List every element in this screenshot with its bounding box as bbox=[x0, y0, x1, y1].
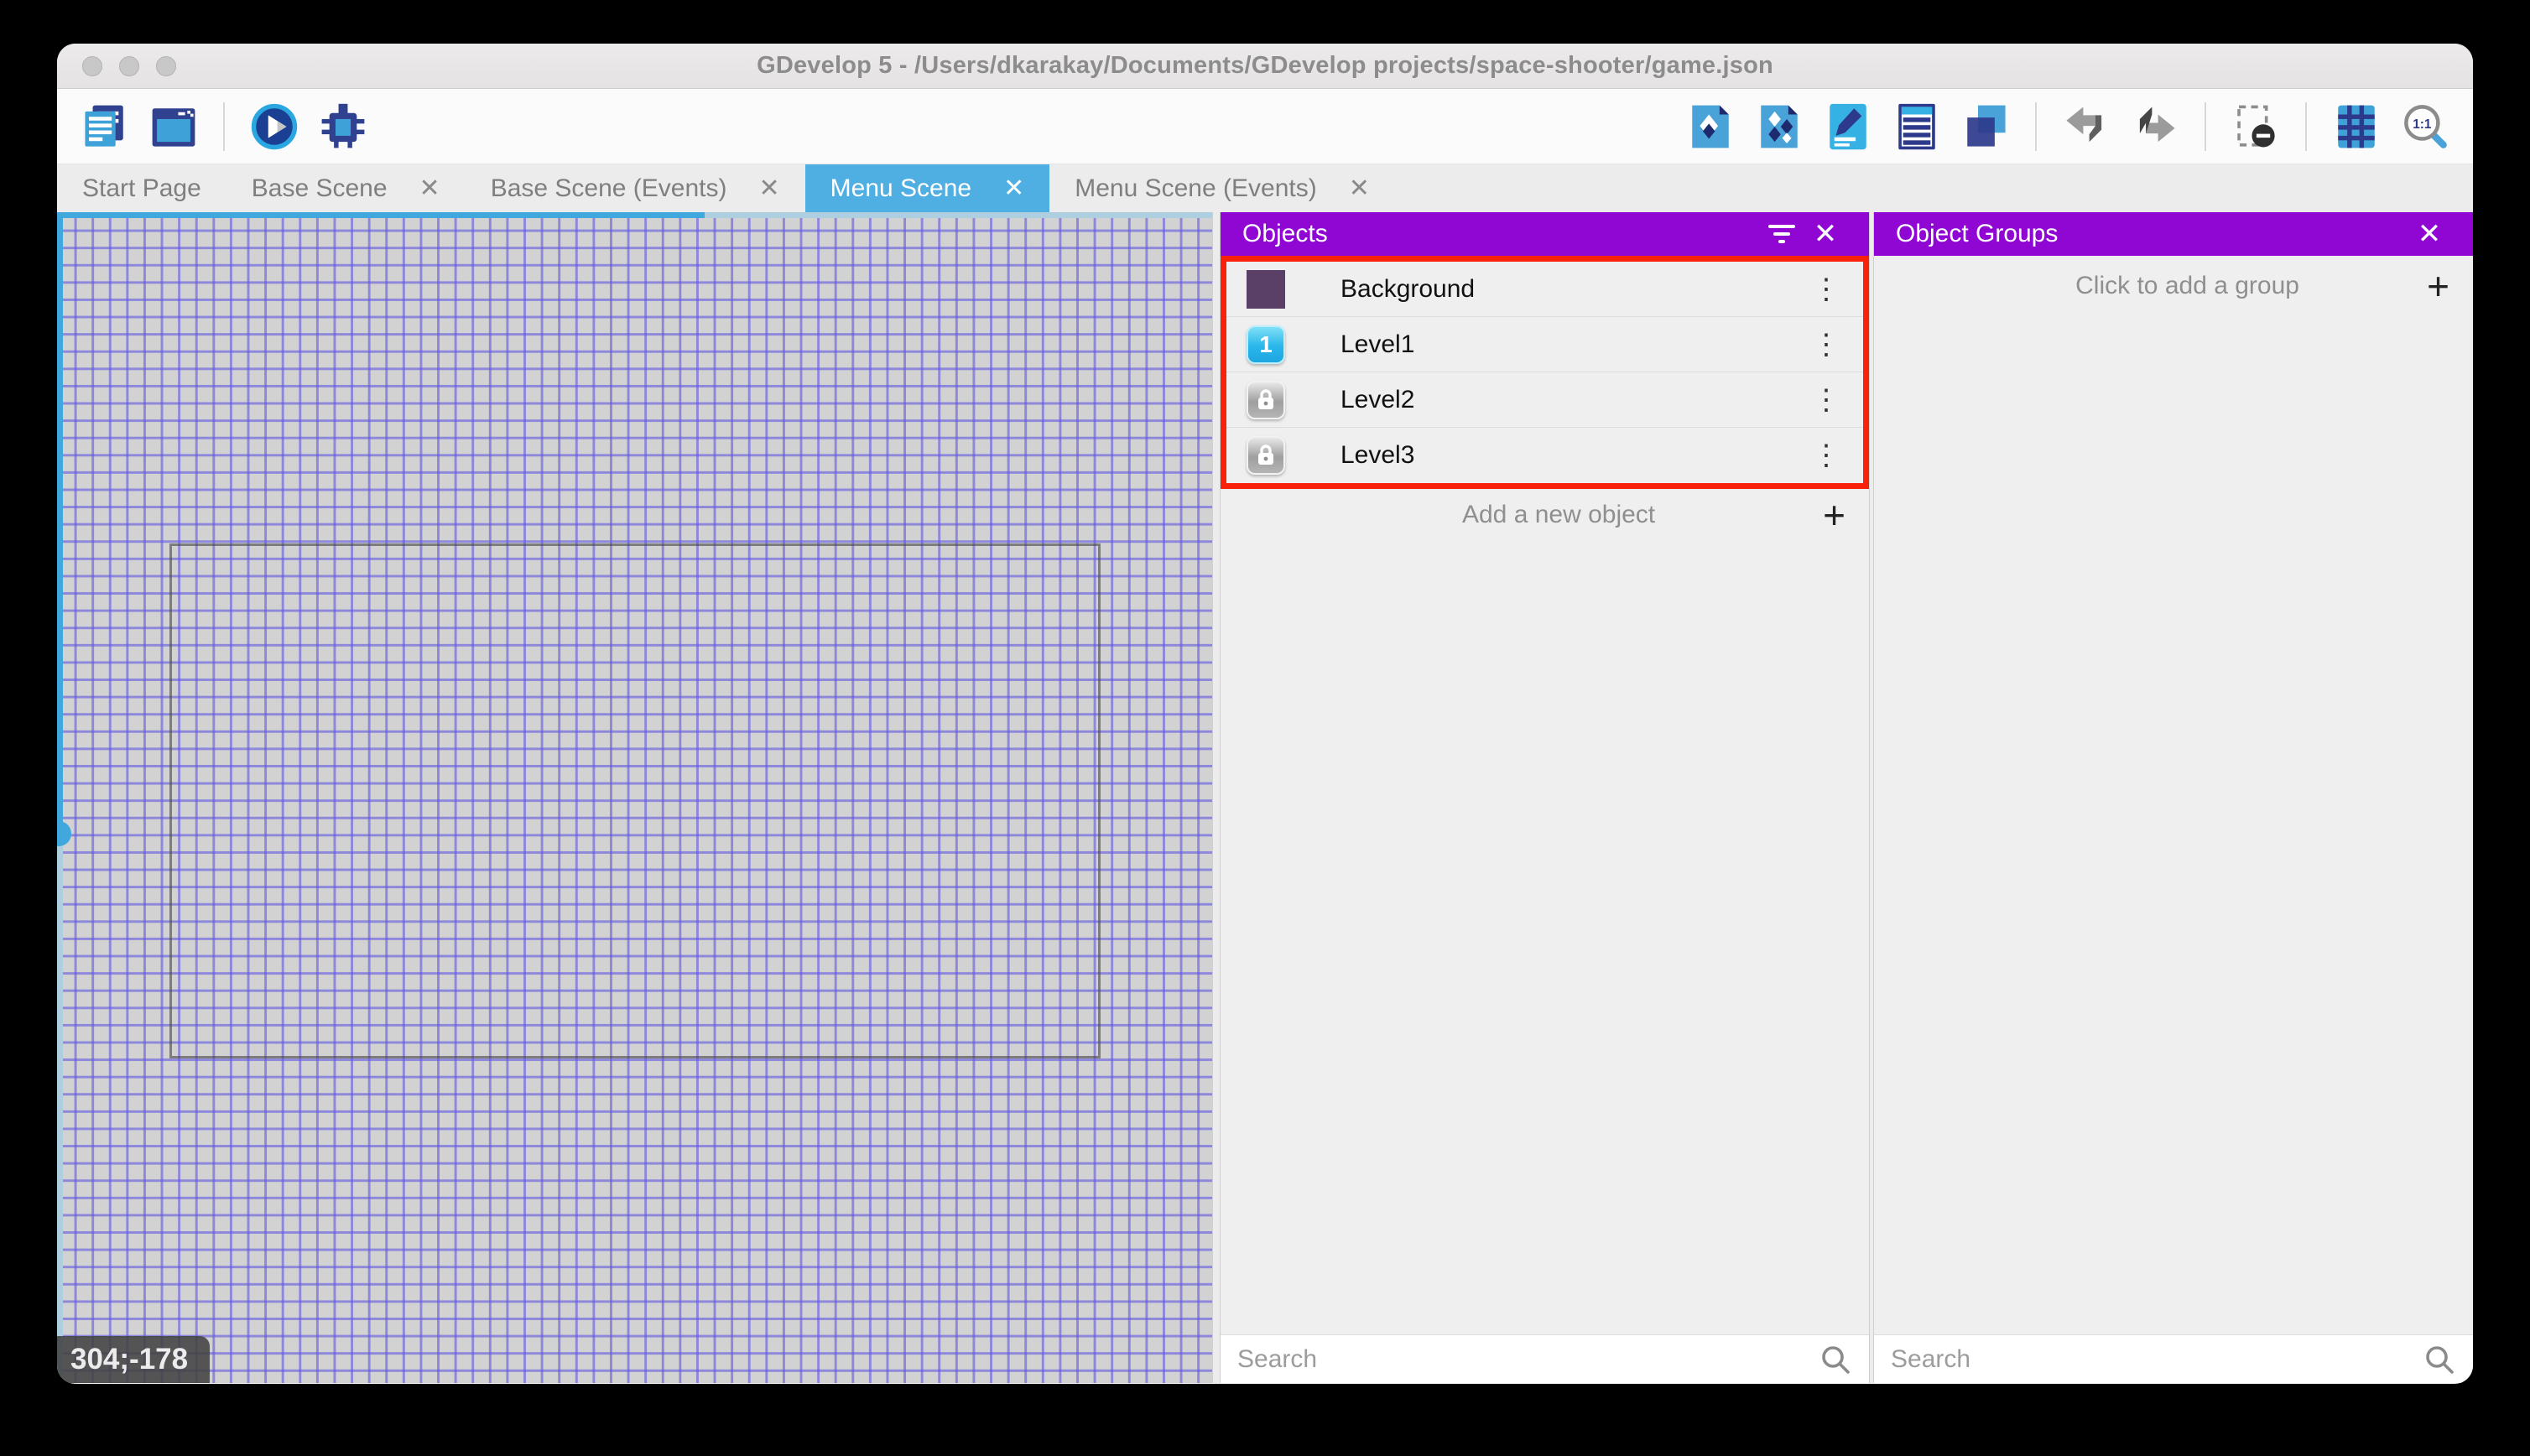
vertical-scrollbar-track[interactable] bbox=[57, 846, 63, 1383]
object-menu-icon[interactable]: ⋮ bbox=[1809, 439, 1843, 472]
object-name: Background bbox=[1340, 274, 1476, 303]
project-manager-icon[interactable] bbox=[79, 101, 131, 153]
background-thumbnail bbox=[1247, 269, 1285, 309]
groups-search-bar bbox=[1874, 1334, 2473, 1383]
traffic-lights bbox=[82, 56, 176, 76]
level1-number-button-icon: 1 bbox=[1247, 325, 1285, 364]
object-groups-panel-header: Object Groups ✕ bbox=[1874, 212, 2473, 256]
filter-icon[interactable] bbox=[1760, 212, 1804, 256]
tab-label: Menu Scene bbox=[830, 174, 972, 202]
undo-icon[interactable] bbox=[2060, 101, 2112, 153]
toolbar-separator bbox=[2305, 101, 2307, 151]
close-tab-icon[interactable]: ✕ bbox=[1003, 174, 1024, 203]
object-menu-icon[interactable]: ⋮ bbox=[1809, 383, 1843, 417]
close-window-button[interactable] bbox=[82, 56, 102, 76]
instances-list-icon[interactable] bbox=[1891, 101, 1943, 153]
properties-icon[interactable] bbox=[1822, 101, 1874, 153]
scene-canvas[interactable]: 304;-178 bbox=[57, 212, 1212, 1383]
tab-label: Start Page bbox=[82, 174, 201, 202]
toolbar-right: 1:1 bbox=[1684, 101, 2451, 153]
add-new-object-button[interactable]: Add a new object + bbox=[1221, 489, 1869, 541]
tab-label: Base Scene (Events) bbox=[490, 174, 727, 202]
object-name: Level3 bbox=[1340, 441, 1415, 469]
object-menu-icon[interactable]: ⋮ bbox=[1809, 328, 1843, 361]
tab-label: Base Scene bbox=[251, 174, 388, 202]
tab-bar: Start Page Base Scene ✕ Base Scene (Even… bbox=[57, 164, 2473, 212]
toolbar-separator bbox=[223, 101, 225, 151]
objects-list-highlight: Background ⋮ 1 Level1 ⋮ Level2 ⋮ Level3 … bbox=[1221, 256, 1869, 489]
objects-panel-body bbox=[1221, 541, 1869, 1334]
search-icon bbox=[2423, 1343, 2456, 1376]
object-row-level1[interactable]: 1 Level1 ⋮ bbox=[1226, 317, 1863, 372]
tab-start-page[interactable]: Start Page bbox=[57, 164, 226, 212]
objects-search-bar bbox=[1221, 1334, 1869, 1383]
window-title: GDevelop 5 - /Users/dkarakay/Documents/G… bbox=[757, 52, 1773, 79]
locked-button-icon bbox=[1247, 380, 1285, 419]
object-menu-icon[interactable]: ⋮ bbox=[1809, 273, 1843, 306]
objects-editor-icon[interactable] bbox=[1684, 101, 1736, 153]
window-mask-icon[interactable] bbox=[2230, 101, 2282, 153]
layers-icon[interactable] bbox=[1960, 101, 2012, 153]
object-name: Level2 bbox=[1340, 385, 1415, 413]
object-row-level2[interactable]: Level2 ⋮ bbox=[1226, 372, 1863, 428]
add-group-button[interactable]: Click to add a group + bbox=[1874, 256, 2473, 316]
tab-base-scene[interactable]: Base Scene ✕ bbox=[226, 164, 466, 212]
close-panel-icon[interactable]: ✕ bbox=[1804, 212, 1847, 256]
object-row-level3[interactable]: Level3 ⋮ bbox=[1226, 428, 1863, 483]
vertical-scrollbar-handle[interactable] bbox=[57, 821, 71, 846]
object-groups-panel-title: Object Groups bbox=[1896, 220, 2059, 247]
objects-search-input[interactable] bbox=[1237, 1344, 1819, 1374]
object-groups-panel: Object Groups ✕ Click to add a group + bbox=[1874, 212, 2473, 1383]
plus-icon: + bbox=[2427, 264, 2449, 308]
scene-window-icon[interactable] bbox=[148, 101, 200, 153]
horizontal-scrollbar-track[interactable] bbox=[705, 212, 1212, 218]
tab-base-scene-events[interactable]: Base Scene (Events) ✕ bbox=[466, 164, 805, 212]
toolbar-left bbox=[79, 101, 369, 153]
cursor-coordinates-badge: 304;-178 bbox=[57, 1336, 211, 1383]
object-groups-panel-body bbox=[1874, 316, 2473, 1334]
objects-panel-header: Objects ✕ bbox=[1221, 212, 1869, 256]
add-group-label: Click to add a group bbox=[2075, 272, 2299, 299]
title-bar: GDevelop 5 - /Users/dkarakay/Documents/G… bbox=[57, 44, 2473, 89]
editor-content: 304;-178 Objects ✕ Background ⋮ 1 Level1… bbox=[57, 212, 2473, 1383]
object-row-background[interactable]: Background ⋮ bbox=[1226, 262, 1863, 317]
close-tab-icon[interactable]: ✕ bbox=[759, 174, 780, 203]
vertical-scrollbar-thumb[interactable] bbox=[57, 212, 63, 833]
gdevelop-window: GDevelop 5 - /Users/dkarakay/Documents/G… bbox=[57, 44, 2473, 1384]
toolbar-separator bbox=[2035, 101, 2037, 151]
object-groups-icon[interactable] bbox=[1753, 101, 1805, 153]
tab-label: Menu Scene (Events) bbox=[1075, 174, 1317, 202]
grid-icon[interactable] bbox=[2330, 101, 2382, 153]
locked-button-icon bbox=[1247, 436, 1285, 475]
groups-search-input[interactable] bbox=[1891, 1344, 2423, 1374]
toolbar-separator bbox=[2205, 101, 2206, 151]
panel-divider[interactable] bbox=[1212, 212, 1221, 1383]
plus-icon: + bbox=[1823, 493, 1845, 537]
horizontal-scrollbar-thumb[interactable] bbox=[57, 212, 705, 218]
objects-panel-title: Objects bbox=[1242, 220, 1328, 247]
close-tab-icon[interactable]: ✕ bbox=[419, 174, 440, 203]
close-panel-icon[interactable]: ✕ bbox=[2408, 212, 2451, 256]
svg-text:1:1: 1:1 bbox=[2413, 117, 2432, 131]
play-icon[interactable] bbox=[248, 101, 300, 153]
tab-menu-scene[interactable]: Menu Scene ✕ bbox=[804, 164, 1050, 212]
debug-icon[interactable] bbox=[317, 101, 369, 153]
objects-panel: Objects ✕ Background ⋮ 1 Level1 ⋮ Level2… bbox=[1221, 212, 1869, 1383]
close-tab-icon[interactable]: ✕ bbox=[1349, 174, 1370, 203]
redo-icon[interactable] bbox=[2129, 101, 2181, 153]
zoom-1-1-icon[interactable]: 1:1 bbox=[2399, 101, 2451, 153]
tab-menu-scene-events[interactable]: Menu Scene (Events) ✕ bbox=[1049, 164, 1395, 212]
search-icon bbox=[1819, 1343, 1852, 1376]
maximize-window-button[interactable] bbox=[156, 56, 176, 76]
minimize-window-button[interactable] bbox=[119, 56, 139, 76]
toolbar: 1:1 bbox=[57, 89, 2473, 164]
game-window-outline bbox=[169, 543, 1101, 1058]
add-new-object-label: Add a new object bbox=[1461, 501, 1656, 528]
object-name: Level1 bbox=[1340, 330, 1415, 358]
